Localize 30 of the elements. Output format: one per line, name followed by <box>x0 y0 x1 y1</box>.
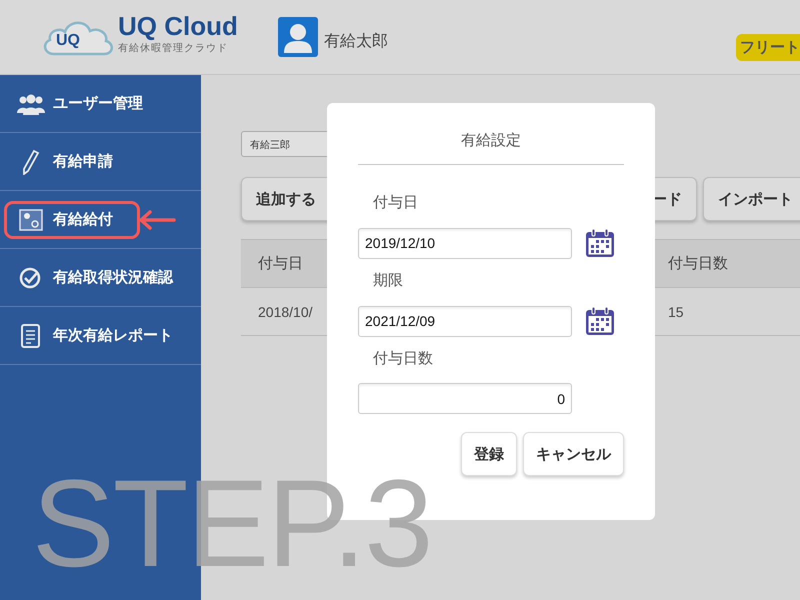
field-label: 付与日 <box>373 193 419 212</box>
sidebar-item[interactable]: 有給申請 <box>53 152 113 171</box>
sidebar-item[interactable]: ユーザー管理 <box>53 94 143 113</box>
date-field[interactable]: 2019/12/10 <box>358 228 572 258</box>
sidebar-item[interactable]: 有給給付 <box>53 210 113 229</box>
employee-select[interactable]: 有給三郎 <box>241 131 329 157</box>
logo-subtitle: 有給休暇管理クラウド <box>118 42 229 55</box>
plan-badge: フリート <box>736 34 800 60</box>
dialog-button[interactable]: キャンセル <box>523 432 624 476</box>
table-cell-text: 2018/10/ <box>257 304 314 320</box>
table-cell-text: 15 <box>667 304 685 320</box>
calendar-icon[interactable] <box>584 305 616 337</box>
date-field[interactable]: 2021/12/09 <box>358 306 572 336</box>
logo-title: UQ Cloud <box>118 11 238 41</box>
toolbar-button[interactable]: インポート <box>703 177 800 221</box>
field-label: 付与日数 <box>373 349 434 368</box>
users-icon <box>17 92 45 114</box>
calendar-icon[interactable] <box>584 227 616 259</box>
avatar-icon[interactable] <box>278 17 318 57</box>
dialog-title: 有給設定 <box>460 131 522 150</box>
column-header: 付与日 <box>257 254 304 273</box>
user-name: 有給太郎 <box>324 30 388 52</box>
logo-mark: UQ <box>56 32 80 50</box>
image-icon <box>17 208 45 232</box>
field-label: 期限 <box>373 271 404 290</box>
number-field[interactable]: 0 <box>358 383 572 414</box>
dialog-button[interactable]: 登録 <box>461 432 517 476</box>
sidebar-item[interactable]: 年次有給レポート <box>53 326 173 345</box>
column-header: 付与日数 <box>667 254 729 273</box>
sidebar-item[interactable]: 有給取得状況確認 <box>53 268 173 287</box>
